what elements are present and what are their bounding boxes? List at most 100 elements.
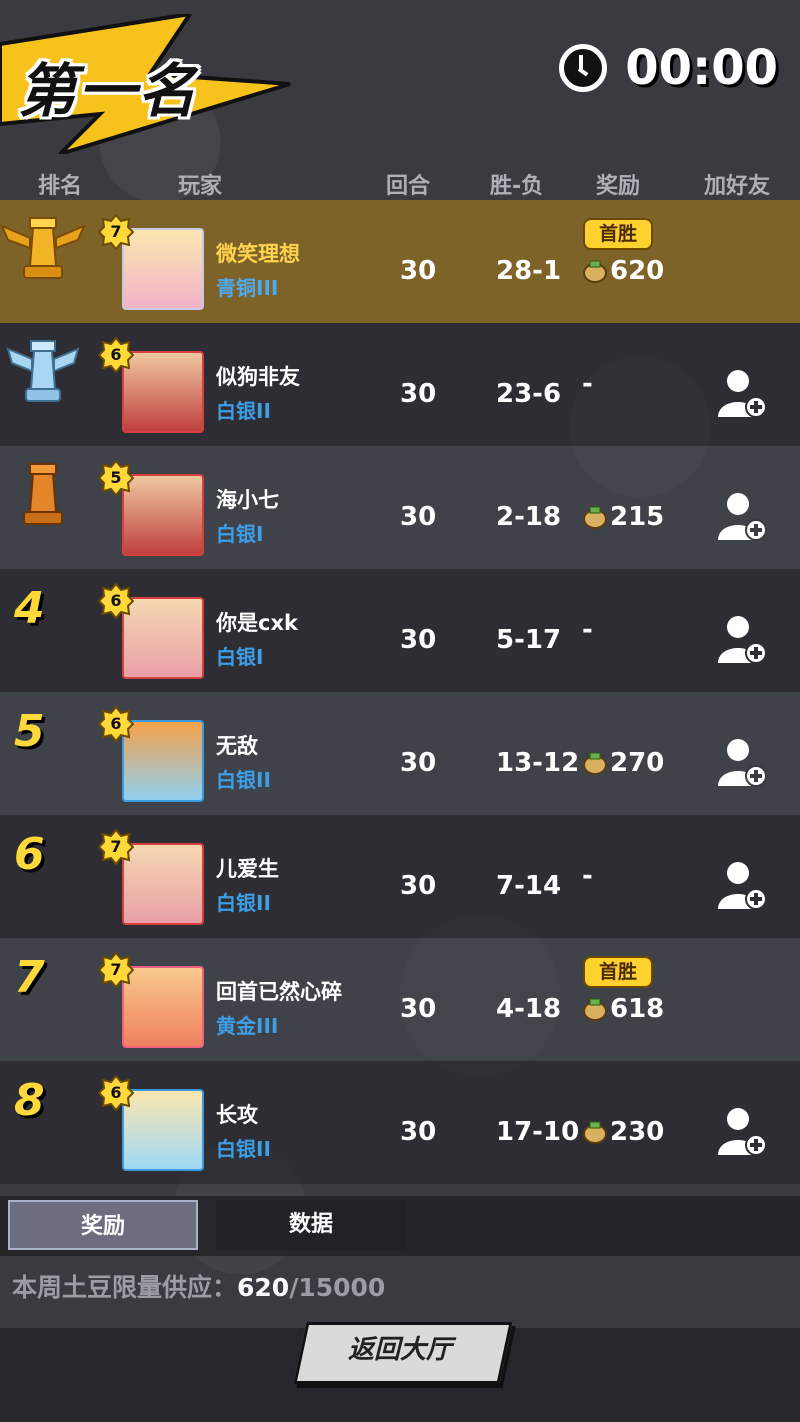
leaderboard: 7 微笑理想 青铜III 30 28-1 首胜 620 6 似狗非友 白银II … <box>0 200 800 1184</box>
reward: 618 <box>582 994 664 1024</box>
silver-rook-trophy-icon <box>6 340 80 402</box>
first-win-badge: 首胜 <box>583 956 653 988</box>
player-tier: 白银II <box>216 1137 271 1161</box>
clock-icon <box>559 44 608 92</box>
timer: 00:00 <box>559 40 778 96</box>
table-row: 6 7 儿爱生 白银II 30 7-14 - <box>0 815 800 938</box>
player-tier: 白银II <box>216 891 271 915</box>
supply-label: 本周土豆限量供应： <box>12 1273 238 1302</box>
reward: 230 <box>582 1117 664 1147</box>
player-name: 你是cxk <box>216 611 298 635</box>
table-row: 6 似狗非友 白银II 30 23-6 - <box>0 323 800 446</box>
win-loss: 4-18 <box>496 994 562 1024</box>
back-to-lobby-label[interactable]: 返回大厅 <box>300 1322 500 1378</box>
add-friend-icon[interactable] <box>716 613 768 665</box>
player-name: 无敌 <box>216 734 258 758</box>
potato-icon <box>583 1121 607 1144</box>
add-friend-icon[interactable] <box>716 736 768 788</box>
add-friend-icon[interactable] <box>716 367 768 419</box>
player-avatar[interactable]: 6 <box>98 706 204 802</box>
rounds: 30 <box>400 994 437 1024</box>
player-avatar[interactable]: 7 <box>98 214 204 310</box>
reward: 620 <box>582 256 664 286</box>
rounds: 30 <box>400 625 437 655</box>
reward-amount: 215 <box>610 502 665 532</box>
player-name: 回首已然心碎 <box>216 980 342 1004</box>
reward-amount: 270 <box>610 748 665 778</box>
player-name: 长攻 <box>216 1103 258 1127</box>
player-tier: 青铜III <box>216 276 279 300</box>
rounds: 30 <box>400 871 437 901</box>
timer-text: 00:00 <box>625 40 778 96</box>
potato-icon <box>583 260 607 283</box>
rank-number: 6 <box>14 829 45 880</box>
tab-data[interactable]: 数据 <box>216 1200 406 1250</box>
player-name: 儿爱生 <box>216 857 279 881</box>
rank-number: 7 <box>14 952 45 1003</box>
reward: - <box>582 861 593 891</box>
add-friend-icon[interactable] <box>716 859 768 911</box>
tab-rewards[interactable]: 奖励 <box>8 1200 198 1250</box>
potato-icon <box>583 998 607 1021</box>
tab-bar: 奖励 数据 <box>0 1196 800 1256</box>
rounds: 30 <box>400 379 437 409</box>
bronze-rook-trophy-icon <box>23 463 63 525</box>
level-number: 7 <box>110 837 122 856</box>
gold-rook-trophy-icon <box>0 217 86 279</box>
rounds: 30 <box>400 502 437 532</box>
win-loss: 2-18 <box>496 502 562 532</box>
player-avatar[interactable]: 6 <box>98 1075 204 1171</box>
player-tier: 白银I <box>216 645 264 669</box>
rank-number: 4 <box>14 583 45 634</box>
table-row: 7 微笑理想 青铜III 30 28-1 首胜 620 <box>0 200 800 323</box>
rounds: 30 <box>400 256 437 286</box>
reward: - <box>582 369 593 399</box>
header-rounds: 回合 <box>386 174 431 199</box>
win-loss: 13-12 <box>496 748 580 778</box>
win-loss: 23-6 <box>496 379 562 409</box>
player-name: 海小七 <box>216 488 279 512</box>
table-row: 7 7 回首已然心碎 黄金III 30 4-18 首胜 618 <box>0 938 800 1061</box>
win-loss: 28-1 <box>496 256 562 286</box>
header-add-friend: 加好友 <box>704 174 771 199</box>
player-tier: 白银II <box>216 399 271 423</box>
table-row: 5 6 无敌 白银II 30 13-12 270 <box>0 692 800 815</box>
table-row: 4 6 你是cxk 白银I 30 5-17 - <box>0 569 800 692</box>
rounds: 30 <box>400 748 437 778</box>
header-player: 玩家 <box>178 174 223 199</box>
player-name: 似狗非友 <box>216 365 300 389</box>
level-number: 7 <box>110 960 122 979</box>
player-tier: 白银II <box>216 768 271 792</box>
level-number: 6 <box>110 591 122 610</box>
level-number: 6 <box>110 1083 122 1102</box>
first-win-badge: 首胜 <box>583 218 653 250</box>
player-avatar[interactable]: 6 <box>98 583 204 679</box>
reward: 270 <box>582 748 664 778</box>
level-number: 6 <box>110 714 122 733</box>
win-loss: 17-10 <box>496 1117 580 1147</box>
player-avatar[interactable]: 6 <box>98 337 204 433</box>
add-friend-icon[interactable] <box>716 1105 768 1157</box>
player-name: 微笑理想 <box>216 242 300 266</box>
supply-total: /15000 <box>289 1273 386 1302</box>
player-avatar[interactable]: 5 <box>98 460 204 556</box>
rank-number: 5 <box>14 706 45 757</box>
table-row: 5 海小七 白银I 30 2-18 215 <box>0 446 800 569</box>
player-tier: 白银I <box>216 522 264 546</box>
supply-info: 本周土豆限量供应：620/15000 <box>12 1268 385 1304</box>
reward: 215 <box>582 502 664 532</box>
header-rank: 排名 <box>38 174 83 199</box>
table-header: 排名 玩家 回合 胜-负 奖励 加好友 <box>0 168 800 199</box>
page-title: 第一名 <box>18 57 199 125</box>
level-number: 7 <box>110 222 122 241</box>
player-avatar[interactable]: 7 <box>98 829 204 925</box>
table-row: 8 6 长攻 白银II 30 17-10 230 <box>0 1061 800 1184</box>
supply-current: 620 <box>237 1273 290 1302</box>
player-tier: 黄金III <box>216 1014 279 1038</box>
add-friend-icon[interactable] <box>716 490 768 542</box>
header-reward: 奖励 <box>596 174 641 199</box>
player-avatar[interactable]: 7 <box>98 952 204 1048</box>
level-number: 6 <box>110 345 122 364</box>
bottom-panel: 奖励 数据 本周土豆限量供应：620/15000 返回大厅 <box>0 1196 800 1422</box>
potato-icon <box>583 752 607 775</box>
